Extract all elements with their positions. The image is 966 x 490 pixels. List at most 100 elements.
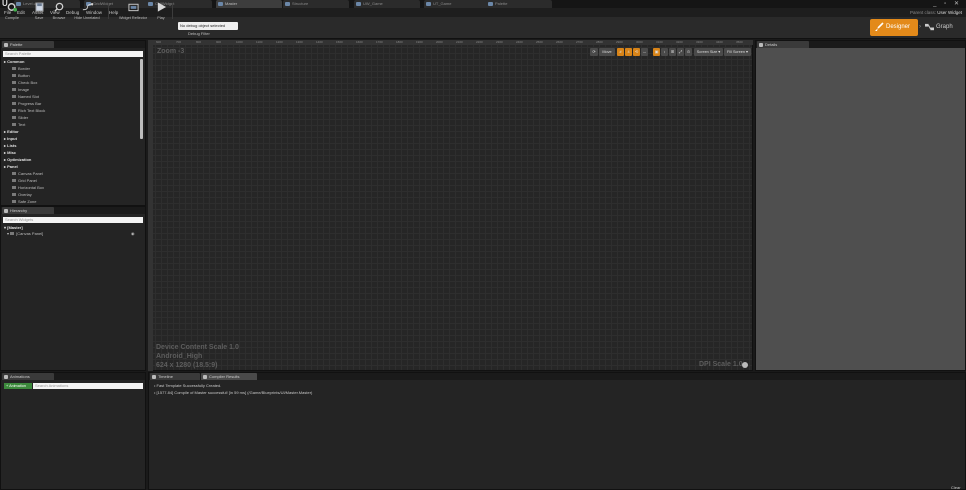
- palette-search-input[interactable]: Search Palette: [3, 51, 143, 57]
- palette-item[interactable]: Progress Bar: [12, 101, 41, 107]
- ruler-tick-label: 1100: [256, 40, 263, 44]
- window-controls[interactable]: _ ▫ ✕: [933, 0, 962, 8]
- ruler-tick-label: 1900: [416, 40, 423, 44]
- document-tab[interactable]: Master: [216, 0, 282, 8]
- widget-icon: [12, 67, 16, 71]
- palette-item[interactable]: Slider: [12, 115, 28, 121]
- outline-icon[interactable]: ▣: [653, 48, 660, 56]
- debug-object-select[interactable]: No debug object selected: [178, 22, 238, 30]
- blueprint-icon: [488, 2, 493, 6]
- palette-category[interactable]: ▸ Lists: [4, 143, 16, 149]
- document-tab[interactable]: Structure: [283, 0, 349, 8]
- timeline-icon: [152, 374, 156, 379]
- document-tab-label: Master: [225, 1, 238, 6]
- timeline-tab-label: Timeline: [158, 374, 173, 379]
- parent-class-label: Parent class:: [909, 10, 936, 15]
- widget-reflector-label: Widget Reflector: [118, 16, 148, 20]
- move-button[interactable]: Move: [599, 48, 615, 56]
- document-tab-label: UW_Game: [363, 1, 383, 6]
- screen-size-label: Screen Size: [696, 50, 718, 54]
- ruler-tick-label: 2900: [616, 40, 623, 44]
- timeline-tab[interactable]: Timeline: [150, 373, 200, 380]
- eye-icon[interactable]: ◉: [131, 231, 135, 237]
- compiler-results-tab[interactable]: Compiler Results: [201, 373, 257, 380]
- ruler-tick-label: 3100: [656, 40, 663, 44]
- palette-category[interactable]: ▸ Panel: [4, 164, 18, 170]
- device-resolution: 624 x 1280 (18.5:9): [156, 362, 218, 369]
- device-content-scale: Device Content Scale 1.0: [156, 344, 239, 351]
- hierarchy-canvas-panel[interactable]: ▾ [Canvas Panel]: [7, 231, 43, 237]
- ruler-tick-label: 2300: [496, 40, 503, 44]
- graph-mode-button[interactable]: Graph: [925, 19, 963, 36]
- widget-icon: [12, 123, 16, 127]
- palette-item[interactable]: Button: [12, 73, 30, 79]
- palette-item[interactable]: Border: [12, 66, 30, 72]
- brush-icon: [875, 22, 884, 31]
- add-animation-button[interactable]: + Animation: [4, 383, 32, 389]
- compile-button[interactable]: Compile: [2, 1, 22, 21]
- log-line-text: [1577.84] Compile of Master successful! …: [156, 390, 313, 395]
- dpi-settings-gear-icon[interactable]: [742, 362, 748, 368]
- palette-item[interactable]: Check Box: [12, 80, 37, 86]
- clear-button[interactable]: Clear: [951, 485, 961, 490]
- palette-item[interactable]: Horizontal Box: [12, 185, 44, 191]
- layout-icon[interactable]: ⊞: [669, 48, 676, 56]
- palette-item[interactable]: Overlay: [12, 192, 32, 198]
- palette-item[interactable]: Image: [12, 87, 29, 93]
- palette-item[interactable]: Rich Text Block: [12, 108, 45, 114]
- ruler-tick-label: 1000: [236, 40, 243, 44]
- snap-value-button[interactable]: 4: [625, 48, 632, 56]
- ruler-tick-label: 900: [216, 40, 222, 44]
- rotate-snap-icon[interactable]: ⟲: [633, 48, 640, 56]
- save-button[interactable]: Save: [31, 1, 47, 21]
- animations-tab[interactable]: Animations: [2, 373, 54, 380]
- log-line: • Fast Template Successfully Created.: [154, 383, 222, 388]
- save-icon: [34, 2, 44, 12]
- screen-size-dropdown[interactable]: Screen Size ▾: [694, 48, 723, 56]
- vertical-ruler: [148, 45, 153, 371]
- palette-scrollbar[interactable]: [140, 59, 143, 139]
- refresh-icon[interactable]: ⟳: [590, 48, 598, 56]
- palette-category[interactable]: ▸ Misc: [4, 150, 16, 156]
- palette-tab[interactable]: Palette: [2, 41, 54, 48]
- palette-item[interactable]: Grid Panel: [12, 178, 37, 184]
- palette-item[interactable]: Safe Zone: [12, 199, 36, 205]
- widget-icon: [12, 95, 16, 99]
- document-tab[interactable]: UT_Game: [424, 0, 490, 8]
- widget-reflector-button[interactable]: Widget Reflector: [115, 1, 151, 21]
- widget-icon: [12, 193, 16, 197]
- ruler-tick-label: 2000: [436, 40, 443, 44]
- ruler-tick-label: 2200: [476, 40, 483, 44]
- animations-icon: [4, 374, 8, 379]
- ruler-tick-label: 2400: [516, 40, 523, 44]
- animations-search-input[interactable]: Search Animations: [33, 383, 143, 389]
- hide-unrelated-label: Hide Unrelated: [74, 16, 100, 20]
- play-button[interactable]: Play: [153, 1, 169, 21]
- designer-mode-button[interactable]: Designer: [870, 19, 918, 36]
- document-tab[interactable]: UW_Game: [354, 0, 420, 8]
- palette-category[interactable]: ▸ Optimization: [4, 157, 31, 163]
- palette-category[interactable]: ▸ Editor: [4, 129, 19, 135]
- browse-button[interactable]: Browse: [50, 1, 68, 21]
- hierarchy-tab[interactable]: Hierarchy: [2, 207, 54, 214]
- nodes-icon: [82, 3, 93, 11]
- details-tab[interactable]: Details: [757, 41, 809, 48]
- palette-panel: Palette Search Palette ▸ Common Border But…: [0, 40, 146, 206]
- palette-item[interactable]: Text: [12, 122, 25, 128]
- document-tab[interactable]: Palette: [486, 0, 552, 8]
- fill-screen-dropdown[interactable]: Fill Screen ▾: [724, 48, 751, 56]
- palette-item[interactable]: Named Slot: [12, 94, 39, 100]
- palette-row-label: Canvas Panel: [18, 171, 43, 176]
- palette-category[interactable]: ▸ Input: [4, 136, 17, 142]
- flip-icon[interactable]: ↕: [661, 48, 668, 56]
- scale-snap-icon[interactable]: ↔: [641, 48, 648, 56]
- zoom-fit-icon[interactable]: ⤢: [677, 48, 684, 56]
- designer-canvas[interactable]: [148, 40, 753, 371]
- locale-icon[interactable]: ⊙: [685, 48, 692, 56]
- ruler-tick-label: 1600: [356, 40, 363, 44]
- hide-unrelated-button[interactable]: Hide Unrelated: [71, 1, 103, 21]
- grid-snap-icon[interactable]: #: [617, 48, 624, 56]
- palette-item[interactable]: Canvas Panel: [12, 171, 43, 177]
- hierarchy-search-input[interactable]: Search Widgets: [3, 217, 143, 223]
- palette-category[interactable]: ▸ Common: [4, 59, 24, 65]
